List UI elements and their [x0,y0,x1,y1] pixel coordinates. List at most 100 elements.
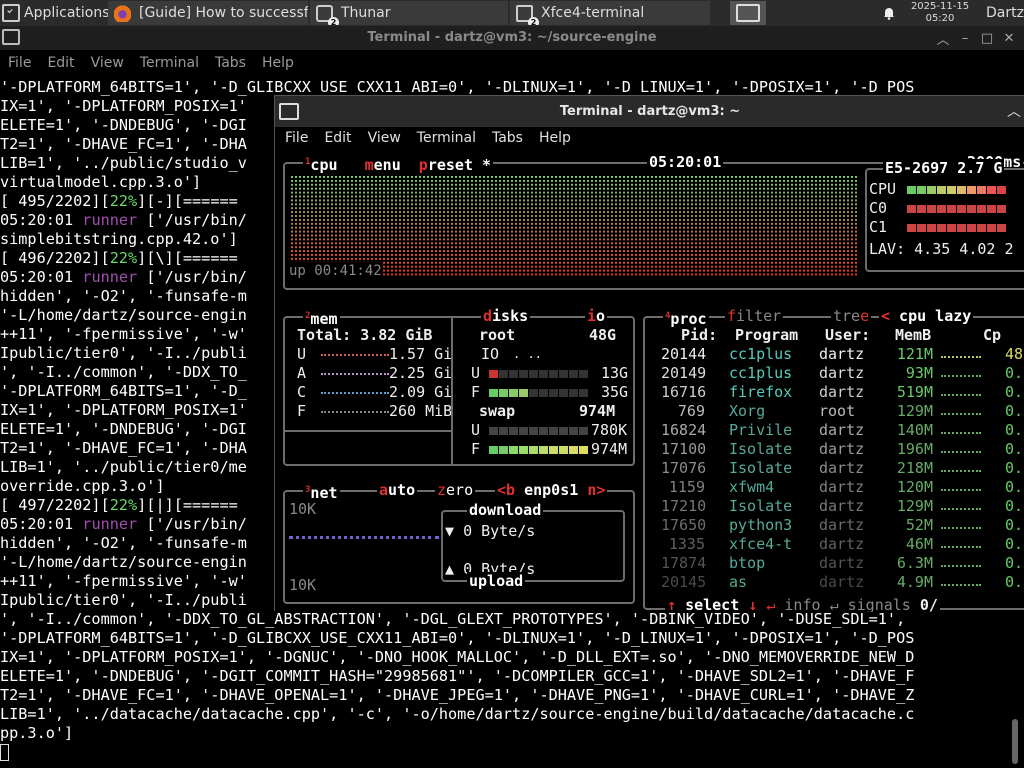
proc-user: dartz [819,364,865,382]
notification-bell-icon[interactable] [882,6,896,20]
disk-swap-used: 780K [591,421,628,439]
uptime: up 00:41:42 [289,262,382,281]
xfce-logo-icon [2,4,20,22]
proc-box-title[interactable]: 4proc [663,307,709,328]
proc-row[interactable]: 769 Xorg root 129M 0. [645,402,1024,421]
proc-sort[interactable]: < cpu lazy [879,307,974,325]
proc-program: Isolate [729,497,793,515]
mem-row-value: 2.09 Gi [389,383,453,401]
proc-user: dartz [819,497,865,515]
proc-row[interactable]: 17874 btop dartz 6.3M 0. [645,554,1024,573]
proc-pid: 17076 [661,459,707,477]
applications-label: Applications [24,5,110,21]
proc-tree-toggle[interactable]: tree [831,307,872,325]
proc-row[interactable]: 16824 Privile dartz 140M 0. [645,421,1024,440]
proc-row[interactable]: 1335 xfce4-t dartz 46M 0. [645,535,1024,554]
taskbar-item-firefox[interactable]: [Guide] How to successf... [108,1,308,25]
proc-row[interactable]: 17076 Isolate dartz 218M 0. [645,459,1024,478]
proc-row[interactable]: 20149 cc1plus dartz 93M 0. [645,364,1024,383]
menu-file[interactable]: File [8,51,31,75]
menu-edit[interactable]: Edit [47,51,74,75]
menu-help[interactable]: Help [262,51,294,75]
disk-swap-size: 974M [579,402,616,420]
proc-cpu-sparkline [941,451,981,453]
proc-cpu-sparkline [941,413,981,415]
proc-row[interactable]: 17100 Isolate dartz 196M 0. [645,440,1024,459]
net-box-title[interactable]: 3net [303,481,340,502]
clock[interactable]: 2025-11-15 05:20 [908,0,972,26]
menu-file[interactable]: File [285,126,308,150]
cpu-row-total: CPU [869,180,897,198]
tray-terminal-button[interactable] [730,1,766,25]
io-toggle[interactable]: io [585,307,608,325]
mem-row-value: 260 MiB [389,402,453,420]
proc-program: xfwm4 [729,478,775,496]
load-average: LAV: 4.35 4.02 2 [869,240,1014,258]
proc-pid: 769 [677,402,705,420]
proc-program: cc1plus [729,345,793,363]
close-button[interactable]: ✕ [998,31,1020,46]
proc-row[interactable]: 1159 xfwm4 dartz 120M 0. [645,478,1024,497]
folder-icon: 2 [316,4,339,25]
proc-user: dartz [819,459,865,477]
proc-row[interactable]: 20145 as dartz 4.9M 0. [645,573,1024,592]
minimize-button[interactable]: – [954,31,976,46]
menu-view[interactable]: View [91,51,124,75]
taskbar-item-thunar[interactable]: 2 Thunar [310,1,508,25]
disk-root-used-key: U [471,364,481,382]
disk-swap-used-meter [489,427,588,435]
applications-menu[interactable]: Applications [0,0,114,26]
maximize-button[interactable]: □ [976,31,998,46]
proc-select-button[interactable]: select [685,596,739,612]
btop-terminal-titlebar[interactable]: Terminal - dartz@vm3: ~ [275,96,1024,127]
scrollbar[interactable] [1012,719,1018,764]
proc-program: btop [729,554,766,572]
net-auto-toggle[interactable]: auto [377,481,418,499]
proc-user: dartz [819,345,865,363]
taskbar-item-terminal[interactable]: 2 Xfce4-terminal [510,1,710,25]
menu-help[interactable]: Help [539,126,571,150]
menu-tabs[interactable]: Tabs [215,51,246,75]
menu-view[interactable]: View [368,126,401,150]
terminal-icon: 2 [516,4,539,25]
main-terminal-titlebar[interactable]: Terminal - dartz@vm3: ~/source-engine [0,26,1024,50]
proc-user: dartz [819,516,865,534]
proc-row[interactable]: 17210 Isolate dartz 129M 0. [645,497,1024,516]
main-menubar: File Edit View Terminal Tabs Help [8,51,310,75]
mem-row-graph [321,392,389,394]
proc-mem: 93M [905,364,933,382]
mem-row-graph [321,373,389,375]
proc-signals-button[interactable]: ↵ signals [830,596,911,612]
net-scale-bottom: 10K [289,576,317,594]
proc-info-button[interactable]: ↵ info [766,596,820,612]
taskbar-item-label: Xfce4-terminal [541,5,645,21]
proc-cpu: 0. [1005,364,1024,382]
proc-cpu-sparkline [941,394,981,396]
user-menu[interactable]: Dartz [986,0,1024,26]
taskbar-item-label: Thunar [341,5,391,21]
net-interface-selector[interactable]: <b enp0s1 n> [495,481,608,499]
disks-box-title[interactable]: disks [481,307,531,325]
terminal-line: '-DPLATFORM_64BITS=1', '-D_GLIBCXX_USE_C… [0,629,915,647]
proc-row[interactable]: 16716 firefox dartz 519M 0. [645,383,1024,402]
proc-row[interactable]: 17650 python3 dartz 52M 0. [645,516,1024,535]
proc-pid: 20149 [661,364,707,382]
collapse-icon[interactable]: ︿ [1007,101,1021,121]
net-box: 3net auto zero <b enp0s1 n> 10K 10K down… [283,481,635,604]
net-graph-baseline [289,536,439,539]
menu-tabs[interactable]: Tabs [492,126,523,150]
proc-program: Isolate [729,459,793,477]
proc-footer: ↑ select ↓ ↵ info ↵ signals 0/ [665,596,940,612]
terminal-line: ', '-I../common', '-DDX_TO_GL_ABSTRACTIO… [0,610,906,628]
proc-cpu-sparkline [941,508,981,510]
mem-box-title[interactable]: 2mem [303,307,340,328]
proc-filter[interactable]: filter [725,307,784,325]
proc-program: Privile [729,421,793,439]
cpu-row-c1: C1 [869,218,888,236]
menu-terminal[interactable]: Terminal [140,51,199,75]
proc-row[interactable]: 20144 cc1plus dartz 121M 48. [645,345,1024,364]
menu-edit[interactable]: Edit [324,126,351,150]
net-zero-toggle[interactable]: zero [435,481,476,499]
menu-terminal[interactable]: Terminal [417,126,476,150]
maximize-up-icon[interactable]: ︿ [932,29,954,48]
